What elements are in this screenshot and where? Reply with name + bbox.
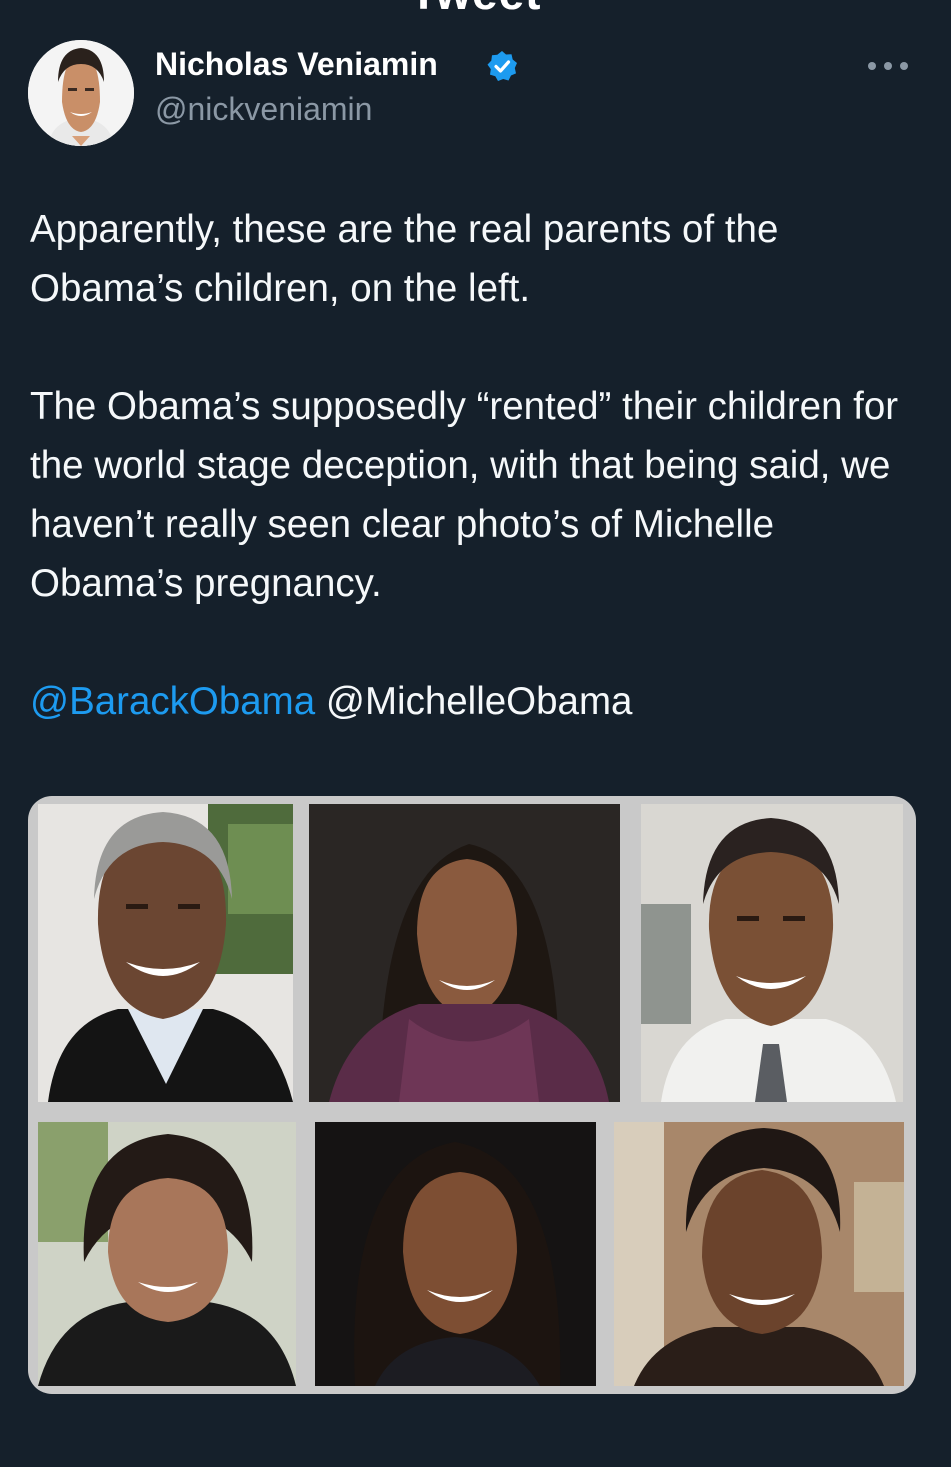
top-bar: Tweet — [0, 0, 951, 22]
mentions-line: @BarackObama @MichelleObama — [30, 672, 920, 731]
tweet-paragraph: Apparently, these are the real parents o… — [30, 208, 779, 310]
avatar[interactable] — [28, 40, 134, 146]
avatar-portrait — [28, 40, 134, 146]
photo-girl-purple-scarf — [309, 804, 620, 1102]
mention-barackobama-link[interactable]: @BarackObama — [30, 680, 315, 723]
page-title: Tweet — [0, 0, 951, 20]
author-display-name[interactable]: Nicholas Veniamin — [155, 44, 438, 84]
photo-woman-updo — [614, 1122, 904, 1386]
author-handle[interactable]: @nickveniamin — [155, 89, 372, 129]
photo-man-smiling — [38, 804, 293, 1102]
verified-badge-icon — [487, 51, 517, 81]
mention-michelleobama[interactable]: @MichelleObama — [326, 680, 633, 723]
tweet-text: Apparently, these are the real parents o… — [30, 200, 920, 731]
photo-man-white-shirt — [641, 804, 903, 1102]
photo-girl-long-hair — [315, 1122, 596, 1386]
photo-woman-smiling — [38, 1122, 296, 1386]
tweet-media-image[interactable] — [28, 796, 916, 1394]
tweet-paragraph: The Obama’s supposedly “rented” their ch… — [30, 385, 899, 605]
more-horizontal-icon[interactable] — [866, 56, 910, 76]
